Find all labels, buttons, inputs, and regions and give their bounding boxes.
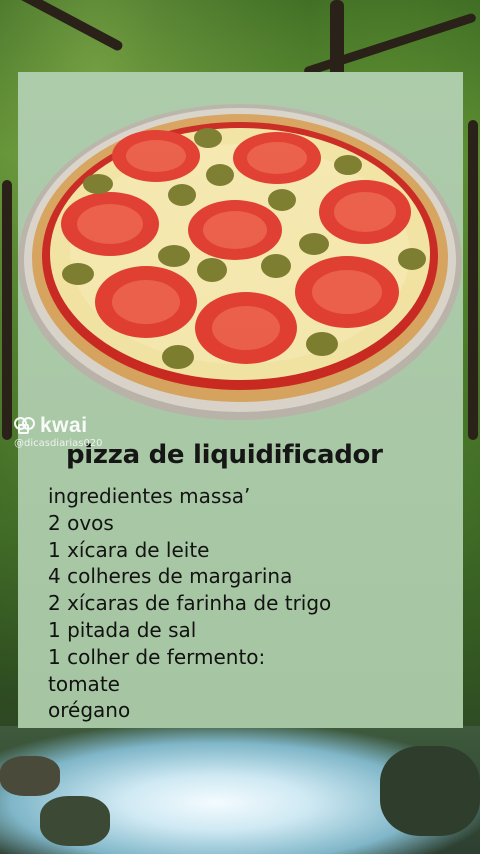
- tree-trunk: [330, 0, 344, 80]
- list-item: 1 pitada de sal: [48, 617, 197, 642]
- rock: [0, 756, 60, 796]
- tomato-slice: [61, 192, 159, 256]
- olive: [162, 345, 194, 369]
- ingredient-list: ingredientes massa’ 2 ovos 1 xícara de l…: [48, 483, 331, 724]
- list-item: ingredientes massa’: [48, 484, 251, 508]
- tomato-slice: [233, 132, 321, 184]
- tomato-slice: [295, 256, 399, 328]
- waterfall-background: [0, 726, 480, 854]
- olive: [398, 248, 426, 270]
- olive: [261, 254, 291, 278]
- tomato-slice: [112, 130, 200, 182]
- tomato-slice: [319, 180, 411, 244]
- olive: [206, 164, 234, 186]
- list-item: 2 xícaras de farinha de trigo: [48, 591, 332, 616]
- tomato-slice: [195, 292, 297, 364]
- olive: [299, 233, 329, 255]
- olive: [197, 258, 227, 282]
- list-item: 1 xícara de leite: [48, 537, 210, 562]
- creator-handle: @dicasdiarias020: [14, 438, 103, 449]
- olive: [62, 263, 94, 285]
- tree-trunk: [2, 180, 12, 440]
- list-item: tomate: [48, 671, 120, 696]
- pizza-image: [18, 104, 462, 420]
- tomato-slice: [95, 266, 197, 338]
- tomato-slice: [188, 200, 282, 260]
- list-item: orégano: [48, 698, 131, 723]
- olive: [268, 189, 296, 211]
- rock: [40, 796, 110, 846]
- list-item: 4 colheres de margarina: [48, 564, 293, 589]
- olive: [334, 155, 362, 175]
- olive: [306, 332, 338, 356]
- rock: [380, 746, 480, 836]
- olive: [168, 184, 196, 206]
- recipe-title: pizza de liquidificador: [66, 440, 383, 470]
- olive: [194, 128, 222, 148]
- list-item: 1 colher de fermento:: [48, 644, 266, 669]
- recipe-card: pizza de liquidificador ingredientes mas…: [18, 72, 463, 728]
- kwai-brand: kwai: [40, 414, 88, 437]
- kwai-watermark: kwai @dicasdiarias020: [14, 414, 103, 449]
- kwai-logo-icon: [14, 417, 36, 435]
- olive: [83, 174, 113, 194]
- tree-trunk: [468, 120, 478, 440]
- list-item: 2 ovos: [48, 510, 114, 535]
- olive: [158, 245, 190, 267]
